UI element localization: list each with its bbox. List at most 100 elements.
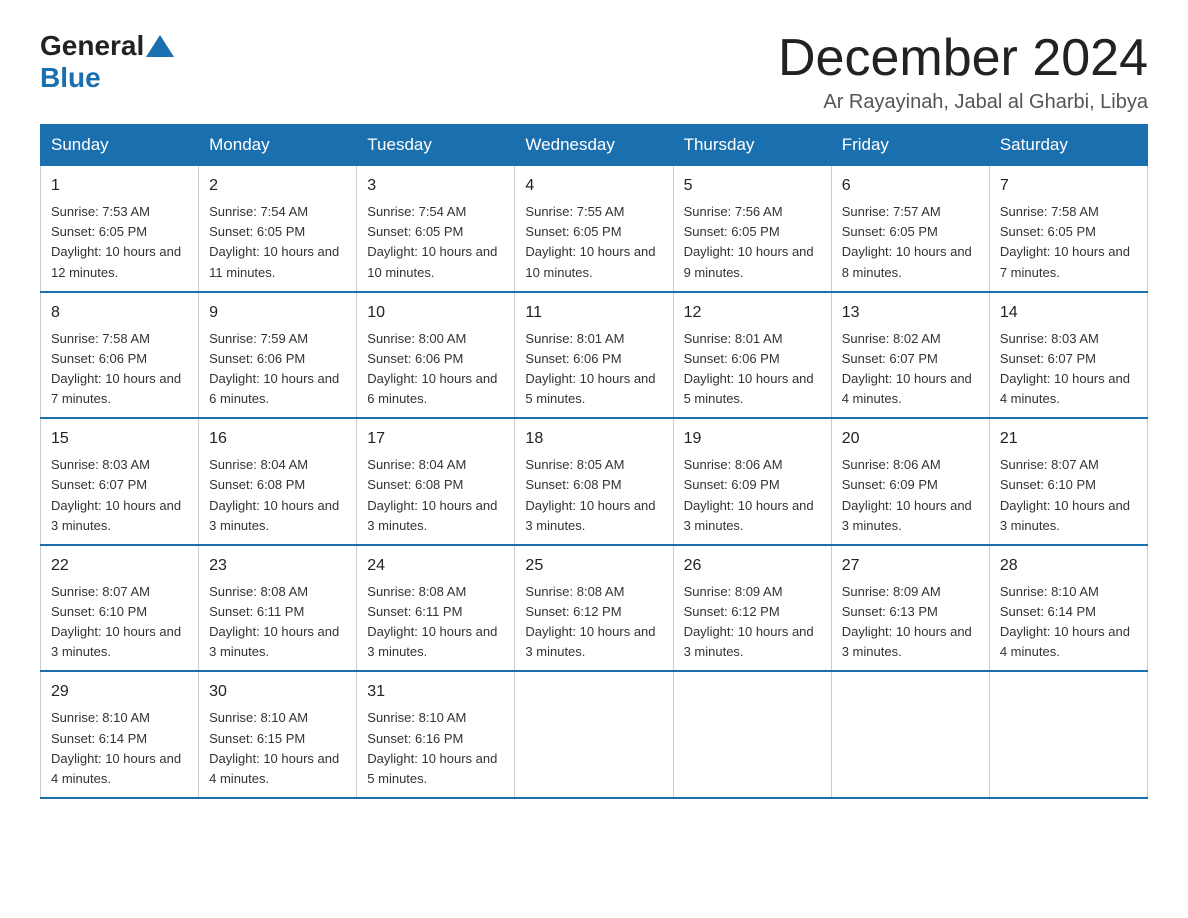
calendar-cell: 16 Sunrise: 8:04 AMSunset: 6:08 PMDaylig… — [199, 418, 357, 545]
day-number: 23 — [209, 554, 346, 578]
calendar-cell: 10 Sunrise: 8:00 AMSunset: 6:06 PMDaylig… — [357, 292, 515, 419]
day-number: 6 — [842, 174, 979, 198]
calendar-cell: 1 Sunrise: 7:53 AMSunset: 6:05 PMDayligh… — [41, 166, 199, 292]
calendar-header-tuesday: Tuesday — [357, 125, 515, 166]
day-info: Sunrise: 8:10 AMSunset: 6:14 PMDaylight:… — [51, 710, 181, 785]
calendar-cell: 12 Sunrise: 8:01 AMSunset: 6:06 PMDaylig… — [673, 292, 831, 419]
day-number: 4 — [525, 174, 662, 198]
calendar-cell: 21 Sunrise: 8:07 AMSunset: 6:10 PMDaylig… — [989, 418, 1147, 545]
day-number: 16 — [209, 427, 346, 451]
calendar-header-sunday: Sunday — [41, 125, 199, 166]
day-number: 26 — [684, 554, 821, 578]
calendar-cell — [673, 671, 831, 798]
day-number: 18 — [525, 427, 662, 451]
calendar-cell: 25 Sunrise: 8:08 AMSunset: 6:12 PMDaylig… — [515, 545, 673, 672]
day-info: Sunrise: 8:10 AMSunset: 6:14 PMDaylight:… — [1000, 584, 1130, 659]
location-subtitle: Ar Rayayinah, Jabal al Gharbi, Libya — [778, 91, 1148, 114]
day-number: 7 — [1000, 174, 1137, 198]
day-number: 25 — [525, 554, 662, 578]
day-number: 19 — [684, 427, 821, 451]
calendar-cell: 14 Sunrise: 8:03 AMSunset: 6:07 PMDaylig… — [989, 292, 1147, 419]
calendar-cell: 13 Sunrise: 8:02 AMSunset: 6:07 PMDaylig… — [831, 292, 989, 419]
calendar-header-saturday: Saturday — [989, 125, 1147, 166]
day-info: Sunrise: 8:05 AMSunset: 6:08 PMDaylight:… — [525, 457, 655, 532]
calendar-header-wednesday: Wednesday — [515, 125, 673, 166]
day-info: Sunrise: 8:09 AMSunset: 6:12 PMDaylight:… — [684, 584, 814, 659]
day-info: Sunrise: 7:53 AMSunset: 6:05 PMDaylight:… — [51, 204, 181, 279]
logo: General Blue — [40, 30, 176, 94]
day-number: 13 — [842, 301, 979, 325]
day-info: Sunrise: 7:58 AMSunset: 6:05 PMDaylight:… — [1000, 204, 1130, 279]
day-info: Sunrise: 8:10 AMSunset: 6:16 PMDaylight:… — [367, 710, 497, 785]
day-info: Sunrise: 8:08 AMSunset: 6:11 PMDaylight:… — [367, 584, 497, 659]
calendar-cell: 11 Sunrise: 8:01 AMSunset: 6:06 PMDaylig… — [515, 292, 673, 419]
calendar-week-row: 15 Sunrise: 8:03 AMSunset: 6:07 PMDaylig… — [41, 418, 1148, 545]
day-number: 30 — [209, 680, 346, 704]
calendar-header-row: SundayMondayTuesdayWednesdayThursdayFrid… — [41, 125, 1148, 166]
logo-blue-text: Blue — [40, 62, 101, 93]
day-number: 1 — [51, 174, 188, 198]
day-info: Sunrise: 8:07 AMSunset: 6:10 PMDaylight:… — [51, 584, 181, 659]
calendar-cell: 19 Sunrise: 8:06 AMSunset: 6:09 PMDaylig… — [673, 418, 831, 545]
calendar-table: SundayMondayTuesdayWednesdayThursdayFrid… — [40, 124, 1148, 799]
calendar-cell: 2 Sunrise: 7:54 AMSunset: 6:05 PMDayligh… — [199, 166, 357, 292]
day-info: Sunrise: 8:04 AMSunset: 6:08 PMDaylight:… — [367, 457, 497, 532]
day-number: 27 — [842, 554, 979, 578]
day-info: Sunrise: 8:06 AMSunset: 6:09 PMDaylight:… — [684, 457, 814, 532]
calendar-header-monday: Monday — [199, 125, 357, 166]
day-number: 8 — [51, 301, 188, 325]
calendar-cell: 27 Sunrise: 8:09 AMSunset: 6:13 PMDaylig… — [831, 545, 989, 672]
calendar-cell: 17 Sunrise: 8:04 AMSunset: 6:08 PMDaylig… — [357, 418, 515, 545]
day-number: 3 — [367, 174, 504, 198]
calendar-cell: 30 Sunrise: 8:10 AMSunset: 6:15 PMDaylig… — [199, 671, 357, 798]
calendar-week-row: 22 Sunrise: 8:07 AMSunset: 6:10 PMDaylig… — [41, 545, 1148, 672]
calendar-cell — [515, 671, 673, 798]
calendar-cell: 24 Sunrise: 8:08 AMSunset: 6:11 PMDaylig… — [357, 545, 515, 672]
day-info: Sunrise: 8:10 AMSunset: 6:15 PMDaylight:… — [209, 710, 339, 785]
day-number: 10 — [367, 301, 504, 325]
calendar-header-friday: Friday — [831, 125, 989, 166]
day-info: Sunrise: 8:00 AMSunset: 6:06 PMDaylight:… — [367, 331, 497, 406]
day-info: Sunrise: 8:06 AMSunset: 6:09 PMDaylight:… — [842, 457, 972, 532]
calendar-cell: 23 Sunrise: 8:08 AMSunset: 6:11 PMDaylig… — [199, 545, 357, 672]
day-info: Sunrise: 7:54 AMSunset: 6:05 PMDaylight:… — [209, 204, 339, 279]
day-number: 20 — [842, 427, 979, 451]
day-number: 15 — [51, 427, 188, 451]
calendar-cell: 26 Sunrise: 8:09 AMSunset: 6:12 PMDaylig… — [673, 545, 831, 672]
calendar-cell: 18 Sunrise: 8:05 AMSunset: 6:08 PMDaylig… — [515, 418, 673, 545]
title-block: December 2024 Ar Rayayinah, Jabal al Gha… — [778, 30, 1148, 114]
day-info: Sunrise: 8:03 AMSunset: 6:07 PMDaylight:… — [51, 457, 181, 532]
day-info: Sunrise: 7:55 AMSunset: 6:05 PMDaylight:… — [525, 204, 655, 279]
day-number: 29 — [51, 680, 188, 704]
logo-general-text: General — [40, 30, 144, 62]
day-info: Sunrise: 8:08 AMSunset: 6:12 PMDaylight:… — [525, 584, 655, 659]
day-number: 17 — [367, 427, 504, 451]
day-number: 2 — [209, 174, 346, 198]
day-number: 12 — [684, 301, 821, 325]
day-number: 11 — [525, 301, 662, 325]
day-info: Sunrise: 7:59 AMSunset: 6:06 PMDaylight:… — [209, 331, 339, 406]
day-number: 9 — [209, 301, 346, 325]
day-info: Sunrise: 8:04 AMSunset: 6:08 PMDaylight:… — [209, 457, 339, 532]
calendar-header-thursday: Thursday — [673, 125, 831, 166]
calendar-week-row: 29 Sunrise: 8:10 AMSunset: 6:14 PMDaylig… — [41, 671, 1148, 798]
calendar-cell: 29 Sunrise: 8:10 AMSunset: 6:14 PMDaylig… — [41, 671, 199, 798]
day-info: Sunrise: 8:07 AMSunset: 6:10 PMDaylight:… — [1000, 457, 1130, 532]
month-title: December 2024 — [778, 30, 1148, 87]
day-info: Sunrise: 8:01 AMSunset: 6:06 PMDaylight:… — [684, 331, 814, 406]
day-number: 28 — [1000, 554, 1137, 578]
day-info: Sunrise: 7:54 AMSunset: 6:05 PMDaylight:… — [367, 204, 497, 279]
calendar-cell: 28 Sunrise: 8:10 AMSunset: 6:14 PMDaylig… — [989, 545, 1147, 672]
day-number: 31 — [367, 680, 504, 704]
calendar-cell — [831, 671, 989, 798]
day-number: 21 — [1000, 427, 1137, 451]
calendar-cell: 31 Sunrise: 8:10 AMSunset: 6:16 PMDaylig… — [357, 671, 515, 798]
day-number: 5 — [684, 174, 821, 198]
day-info: Sunrise: 7:57 AMSunset: 6:05 PMDaylight:… — [842, 204, 972, 279]
calendar-cell: 7 Sunrise: 7:58 AMSunset: 6:05 PMDayligh… — [989, 166, 1147, 292]
calendar-cell: 8 Sunrise: 7:58 AMSunset: 6:06 PMDayligh… — [41, 292, 199, 419]
day-info: Sunrise: 8:01 AMSunset: 6:06 PMDaylight:… — [525, 331, 655, 406]
day-info: Sunrise: 8:02 AMSunset: 6:07 PMDaylight:… — [842, 331, 972, 406]
calendar-cell: 5 Sunrise: 7:56 AMSunset: 6:05 PMDayligh… — [673, 166, 831, 292]
calendar-cell: 22 Sunrise: 8:07 AMSunset: 6:10 PMDaylig… — [41, 545, 199, 672]
